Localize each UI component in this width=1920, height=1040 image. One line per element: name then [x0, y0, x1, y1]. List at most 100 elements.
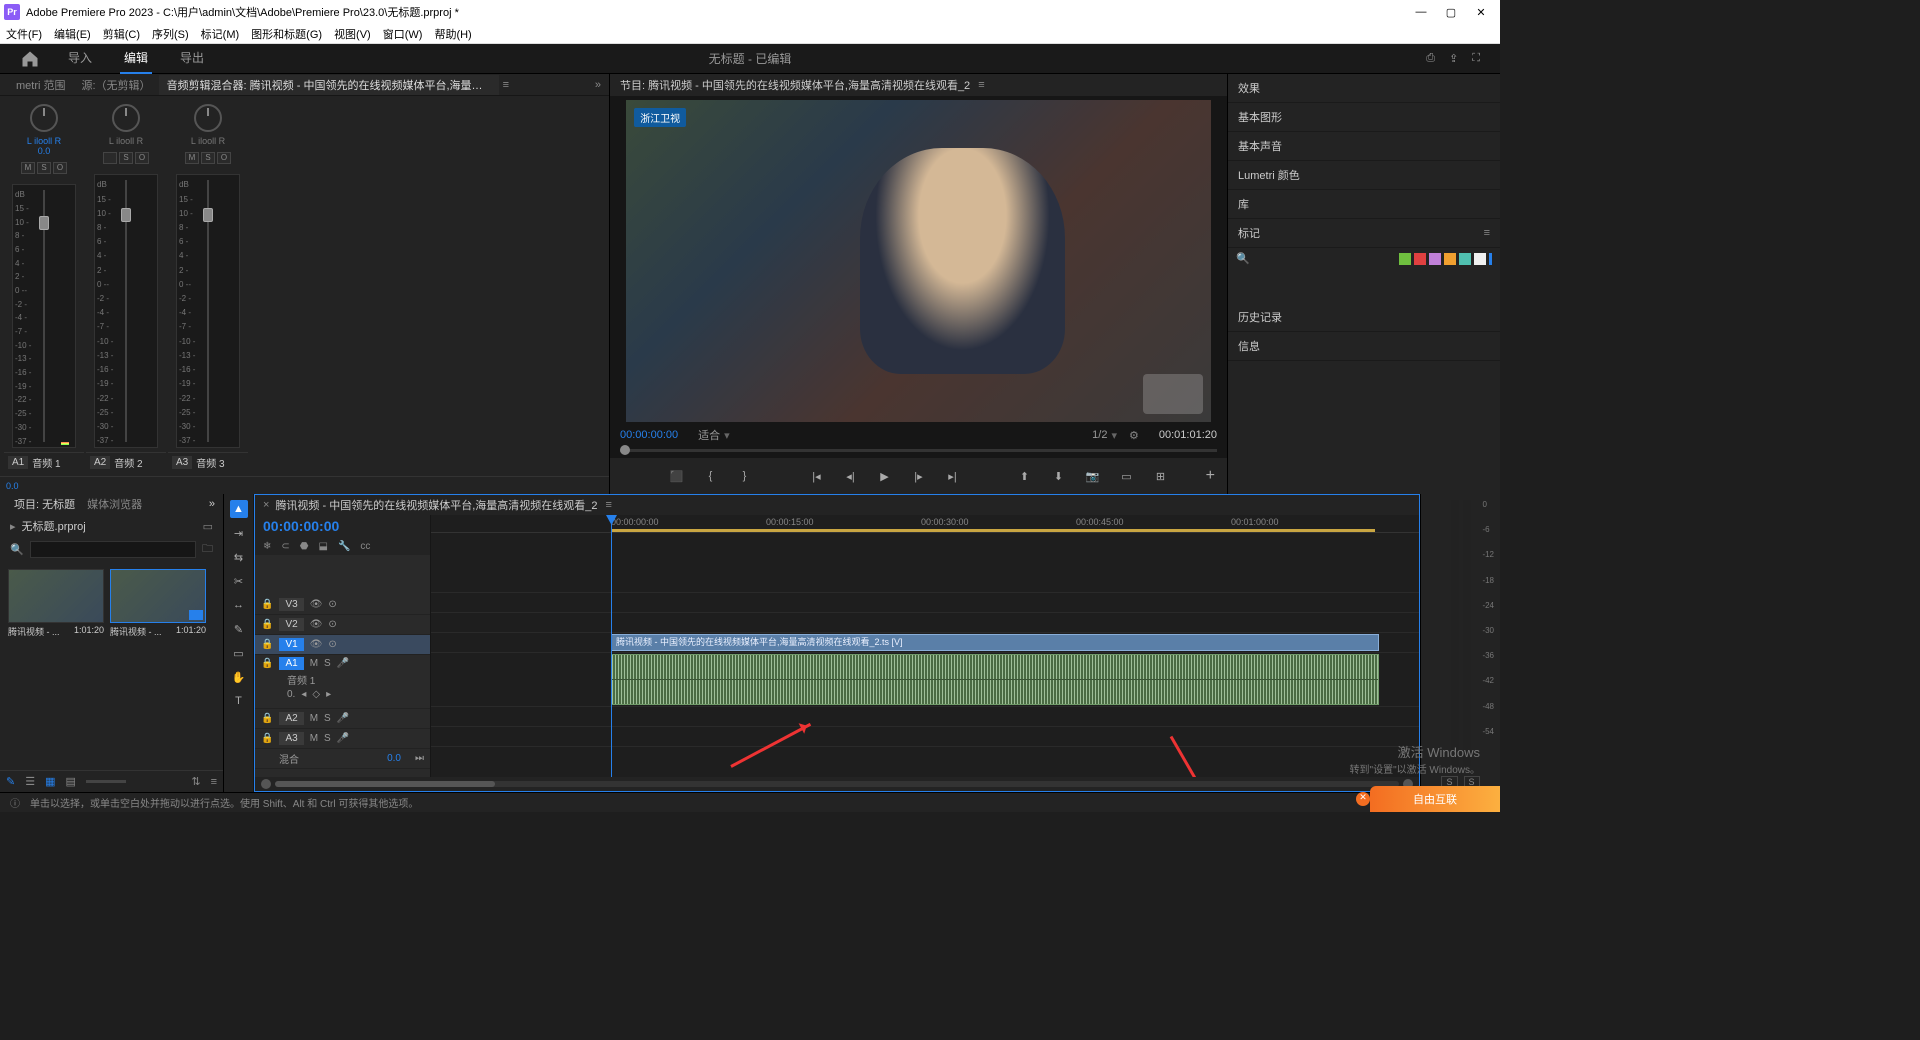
lock-icon[interactable]: 🔒	[261, 639, 273, 650]
tab-media-browser[interactable]: 媒体浏览器	[81, 494, 148, 514]
play-button[interactable]: ▶	[877, 468, 893, 484]
thumbnail-size-slider[interactable]	[86, 780, 126, 783]
toggle-output-icon[interactable]: 👁	[310, 639, 323, 650]
solo-button[interactable]: S	[37, 162, 51, 174]
panel-essential-graphics[interactable]: 基本图形	[1228, 103, 1500, 132]
mute-icon[interactable]: M	[310, 733, 318, 744]
scrub-handle[interactable]	[620, 445, 630, 455]
track-id[interactable]: A1	[279, 657, 303, 670]
audio-clip[interactable]	[611, 654, 1379, 705]
track-v1[interactable]: 腾讯视频 - 中国领先的在线视频媒体平台,海量高清视频在线观看_2.ts [V]	[431, 633, 1419, 653]
wrench-icon[interactable]: 🔧	[338, 541, 350, 552]
panel-libraries[interactable]: 库	[1228, 190, 1500, 219]
project-item[interactable]: 腾讯视频 - ...1:01:20	[110, 569, 206, 640]
fader-handle[interactable]	[203, 208, 213, 222]
pen-tool[interactable]: ✎	[230, 620, 248, 638]
menu-sequence[interactable]: 序列(S)	[152, 26, 189, 42]
go-to-out-button[interactable]: ▸|	[945, 468, 961, 484]
write-icon[interactable]: ✎	[6, 775, 15, 788]
menu-file[interactable]: 文件(F)	[6, 26, 42, 42]
panel-expand-icon[interactable]: »	[209, 498, 215, 510]
freeform-view-icon[interactable]: ▤	[66, 775, 76, 788]
voice-over-icon[interactable]: 🎤	[337, 713, 349, 724]
close-seq-icon[interactable]: ×	[263, 499, 269, 511]
captions-icon[interactable]: cc	[360, 541, 370, 552]
timeline-ruler[interactable]: 00:00:00:00 00:00:15:00 00:00:30:00 00:0…	[431, 515, 1419, 533]
track-a2[interactable]	[431, 707, 1419, 727]
solo-icon[interactable]: S	[324, 658, 331, 669]
sequence-name[interactable]: 腾讯视频 - 中国领先的在线视频媒体平台,海量高清视频在线观看_2	[275, 497, 597, 513]
marker-color-orange[interactable]	[1444, 253, 1456, 265]
go-to-in-button[interactable]: |◂	[809, 468, 825, 484]
sort-icon[interactable]: ⇅	[191, 775, 200, 788]
track-header-v3[interactable]: 🔒V3👁⊙	[255, 595, 430, 615]
menu-markers[interactable]: 标记(M)	[201, 26, 240, 42]
settings-icon[interactable]: ⚙	[1129, 429, 1139, 442]
panel-lumetri-color[interactable]: Lumetri 颜色	[1228, 161, 1500, 190]
add-marker-icon[interactable]: ⬣	[300, 541, 309, 552]
fader-handle[interactable]	[39, 216, 49, 230]
timeline-settings-icon[interactable]: ⬓	[319, 541, 328, 552]
menu-help[interactable]: 帮助(H)	[434, 26, 471, 42]
hand-tool[interactable]: ✋	[230, 668, 248, 686]
track-v2[interactable]	[431, 613, 1419, 633]
workspace-tab-edit[interactable]: 编辑	[120, 43, 152, 74]
lock-icon[interactable]: 🔒	[261, 713, 273, 724]
track-header-v1[interactable]: 🔒V1👁⊙	[255, 635, 430, 655]
solo-icon[interactable]: S	[324, 713, 331, 724]
panel-tab-source[interactable]: 源:（无剪辑）	[74, 75, 159, 95]
track-header-v2[interactable]: 🔒V2👁⊙	[255, 615, 430, 635]
type-tool[interactable]: T	[230, 692, 248, 710]
panel-tab-lumetri[interactable]: metri 范围	[8, 75, 74, 95]
timecode-current[interactable]: 00:00:00:00	[620, 429, 678, 441]
fullscreen-icon[interactable]: ⛶	[1472, 52, 1480, 65]
voice-over-icon[interactable]: 🎤	[337, 733, 349, 744]
panel-expand-icon[interactable]: »	[595, 79, 601, 91]
track-id[interactable]: A3	[279, 732, 303, 745]
level-meter[interactable]: dB15 -10 -8 -6 -4 -2 -0 ---2 --4 --7 --1…	[94, 174, 158, 448]
panel-markers[interactable]: 标记≡	[1228, 219, 1500, 248]
record-button[interactable]: O	[53, 162, 67, 174]
program-preview[interactable]: 浙江卫视	[610, 96, 1227, 426]
keyframe-add-icon[interactable]: ◇	[312, 689, 320, 700]
search-icon[interactable]: 🔍	[1236, 252, 1250, 265]
lift-button[interactable]: ⬆	[1017, 468, 1033, 484]
rectangle-tool[interactable]: ▭	[230, 644, 248, 662]
timeline-zoom-scrollbar[interactable]	[255, 777, 1419, 791]
panel-info[interactable]: 信息	[1228, 332, 1500, 361]
icon-view-icon[interactable]: ▦	[45, 775, 55, 788]
mark-out-button[interactable]: }	[737, 468, 753, 484]
list-view-icon[interactable]: ☰	[25, 775, 35, 788]
menu-edit[interactable]: 编辑(E)	[54, 26, 91, 42]
marker-color-red[interactable]	[1414, 253, 1426, 265]
sync-lock-icon[interactable]: ⊙	[328, 639, 336, 650]
track-select-tool[interactable]: ⇥	[230, 524, 248, 542]
extract-button[interactable]: ⬇	[1051, 468, 1067, 484]
toggle-output-icon[interactable]: 👁	[310, 619, 323, 630]
close-button[interactable]: ✕	[1474, 5, 1488, 19]
solo-button[interactable]: S	[119, 152, 133, 164]
slip-tool[interactable]: ↔	[230, 596, 248, 614]
solo-button[interactable]: S	[201, 152, 215, 164]
video-clip[interactable]: 腾讯视频 - 中国领先的在线视频媒体平台,海量高清视频在线观看_2.ts [V]	[611, 634, 1379, 651]
sync-lock-icon[interactable]: ⊙	[328, 599, 336, 610]
comparison-button[interactable]: ▭	[1119, 468, 1135, 484]
menu-window[interactable]: 窗口(W)	[383, 26, 423, 42]
workspace-tab-import[interactable]: 导入	[64, 43, 96, 74]
record-button[interactable]: O	[217, 152, 231, 164]
minimize-button[interactable]: —	[1414, 5, 1428, 19]
timeline-timecode[interactable]: 00:00:00:00	[263, 518, 339, 534]
track-header-a2[interactable]: 🔒A2MS🎤	[255, 709, 430, 729]
panel-menu-icon[interactable]: ≡	[606, 499, 612, 511]
selection-tool[interactable]: ▲	[230, 500, 248, 518]
sync-lock-icon[interactable]: ⊙	[328, 619, 336, 630]
mute-button[interactable]: M	[21, 162, 35, 174]
keyframe-next-icon[interactable]: ▸	[326, 689, 331, 700]
step-back-button[interactable]: ◂|	[843, 468, 859, 484]
track-id[interactable]: V2	[279, 618, 303, 631]
panel-effects[interactable]: 效果	[1228, 74, 1500, 103]
track-id[interactable]: V3	[279, 598, 303, 611]
maximize-button[interactable]: ▢	[1444, 5, 1458, 19]
lock-icon[interactable]: 🔒	[261, 658, 273, 669]
tab-project[interactable]: 项目: 无标题	[8, 494, 81, 514]
